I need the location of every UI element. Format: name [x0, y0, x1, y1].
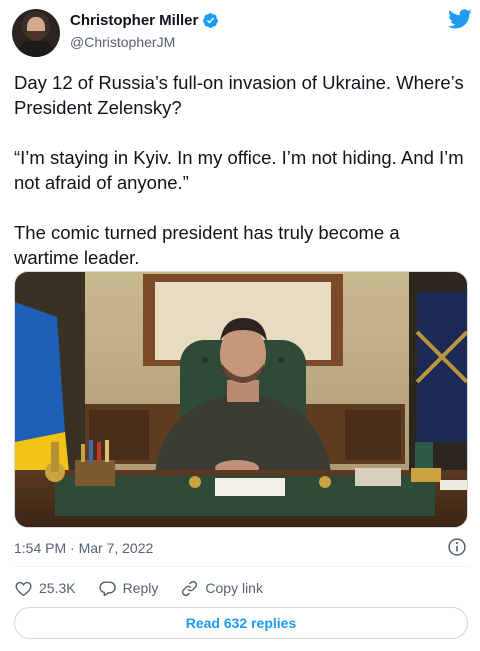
tweet-paragraph: Day 12 of Russia’s full-on invasion of U… — [14, 72, 464, 118]
author-name-row[interactable]: Christopher Miller — [70, 12, 219, 29]
reply-button[interactable]: Reply — [98, 579, 159, 598]
tweet-timestamp[interactable]: 1:54 PM · Mar 7, 2022 — [14, 540, 153, 556]
author-handle[interactable]: @ChristopherJM — [70, 34, 175, 50]
tweet-actions: 25.3K Reply Copy link — [14, 577, 285, 599]
tweet-video[interactable] — [14, 271, 468, 528]
heart-icon — [15, 581, 32, 596]
twitter-bird-icon[interactable] — [448, 9, 472, 29]
copy-link-label: Copy link — [205, 580, 263, 596]
avatar[interactable] — [12, 9, 60, 57]
divider — [14, 566, 468, 567]
reply-bubble-icon — [98, 580, 116, 596]
like-button[interactable]: 25.3K — [14, 579, 76, 598]
copy-link-button[interactable]: Copy link — [180, 579, 263, 598]
reply-label: Reply — [122, 580, 159, 596]
like-count: 25.3K — [39, 580, 76, 596]
read-replies-button[interactable]: Read 632 replies — [14, 607, 468, 639]
video-frame — [15, 272, 467, 527]
link-icon — [182, 580, 198, 596]
tweet-paragraph: The comic turned president has truly bec… — [14, 222, 400, 268]
author-name[interactable]: Christopher Miller — [70, 12, 198, 29]
verified-badge-icon — [203, 13, 219, 28]
tweet-paragraph: “I’m staying in Kyiv. In my office. I’m … — [14, 147, 464, 193]
tweet-header: Christopher Miller @ChristopherJM — [12, 7, 472, 57]
info-icon[interactable] — [447, 537, 467, 557]
tweet-text: Day 12 of Russia’s full-on invasion of U… — [14, 70, 464, 270]
